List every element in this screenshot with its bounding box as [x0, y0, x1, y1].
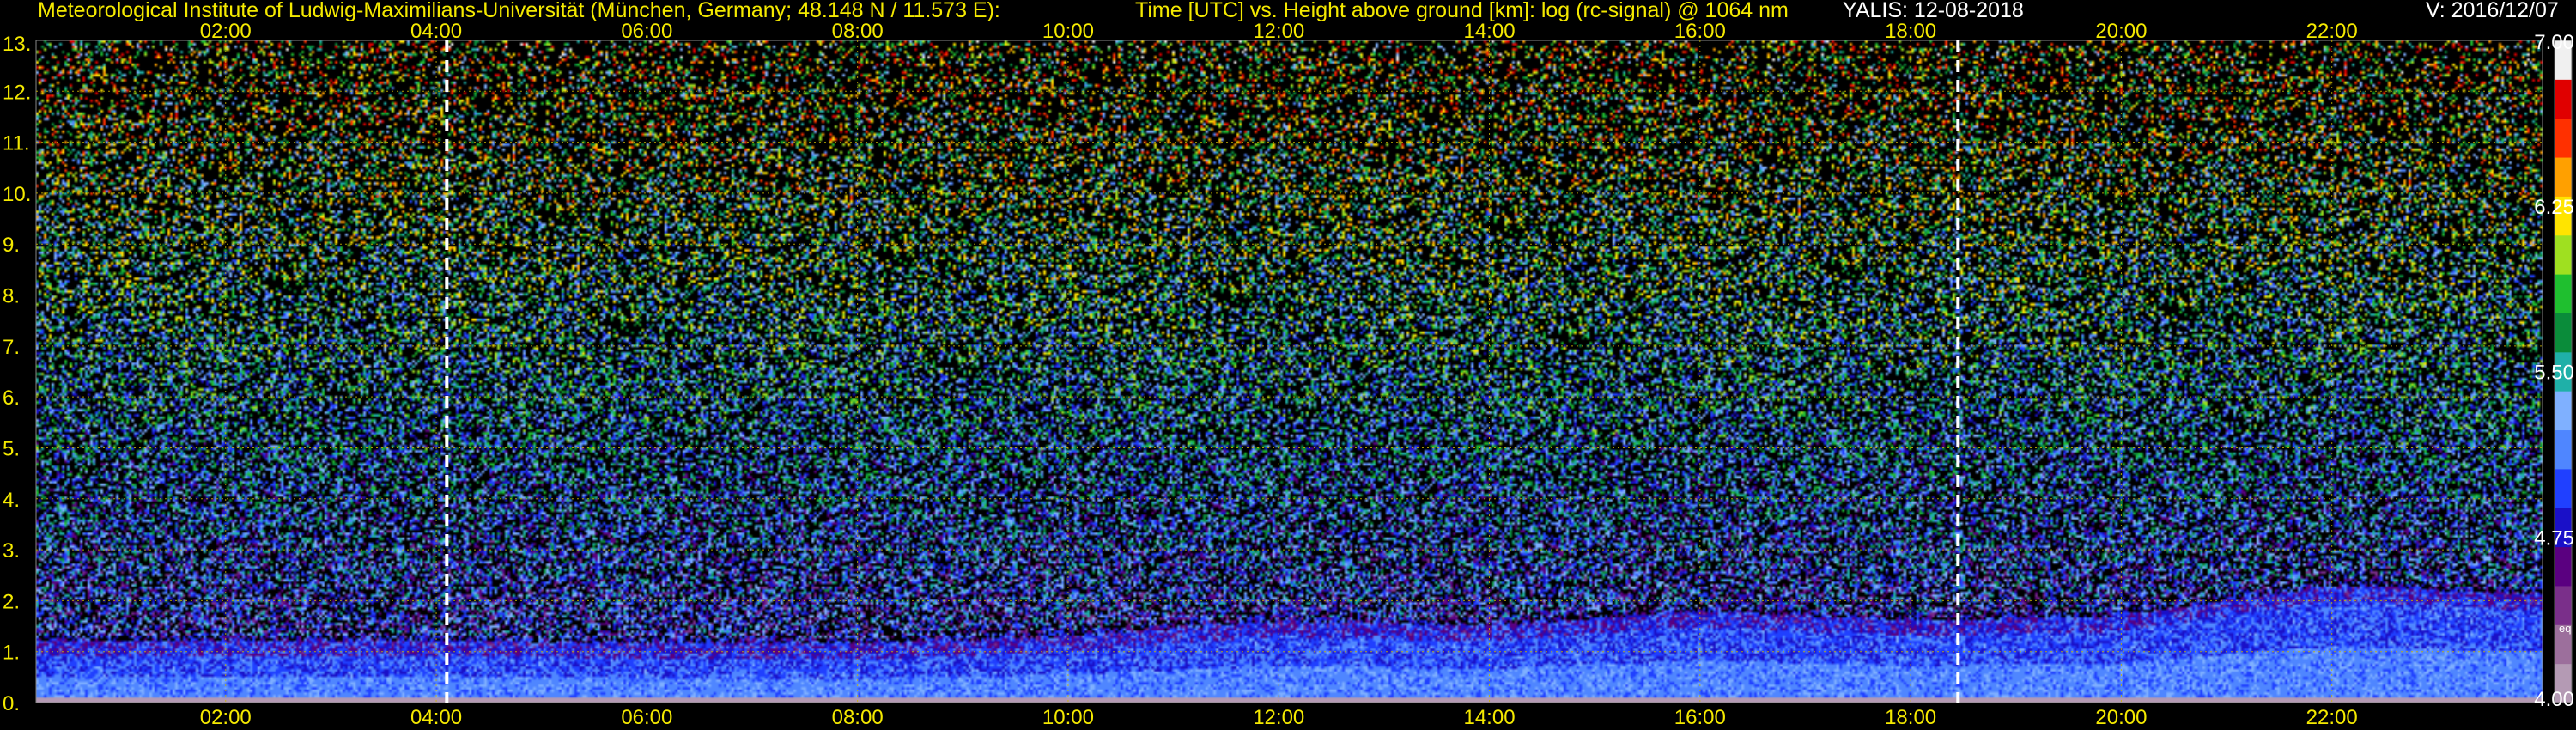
x-tick-label-bottom: 08:00: [832, 706, 884, 729]
x-tick-label-top: 22:00: [2306, 20, 2358, 43]
x-tick-label-bottom: 04:00: [410, 706, 462, 729]
y-tick-label: 13.: [3, 33, 31, 56]
x-tick-label-top: 04:00: [410, 20, 462, 43]
y-tick-label: 9.: [3, 234, 20, 257]
x-tick-label-bottom: 18:00: [1885, 706, 1936, 729]
colorbar-segment: [2555, 546, 2572, 587]
y-tick-label: 1.: [3, 642, 20, 665]
instrument-date: YALIS: 12-08-2018: [1843, 0, 2024, 22]
x-tick-label-top: 20:00: [2095, 20, 2147, 43]
colorbar-small-label: eq: [2559, 622, 2571, 635]
colorbar-segment: [2555, 429, 2572, 470]
x-tick-label-bottom: 12:00: [1253, 706, 1304, 729]
y-tick-label: 2.: [3, 590, 20, 613]
colorbar-segment: [2555, 391, 2572, 431]
y-tick-label: 12.: [3, 81, 31, 104]
colorbar-segment: [2555, 351, 2572, 392]
version-label: V: 2016/12/07: [2426, 0, 2559, 22]
colorbar-segment: [2555, 40, 2572, 80]
x-tick-label-bottom: 10:00: [1042, 706, 1094, 729]
x-tick-label-top: 08:00: [832, 20, 884, 43]
x-tick-label-bottom: 20:00: [2095, 706, 2147, 729]
colorbar-segment: [2555, 157, 2572, 197]
chart-description: Time [UTC] vs. Height above ground [km]:…: [1135, 0, 1789, 22]
colorbar-segment: [2555, 313, 2572, 353]
y-tick-label: 4.: [3, 489, 20, 512]
y-tick-label: 8.: [3, 285, 20, 308]
heatmap-canvas: [36, 40, 2543, 703]
x-tick-label-bottom: 06:00: [621, 706, 672, 729]
lidar-chart: Meteorological Institute of Ludwig-Maxim…: [0, 0, 2576, 730]
colorbar-segment: [2555, 118, 2572, 158]
y-tick-label: 3.: [3, 539, 20, 563]
x-tick-label-top: 06:00: [621, 20, 672, 43]
colorbar-segment: [2555, 468, 2572, 508]
x-tick-label-top: 18:00: [1885, 20, 1936, 43]
y-tick-label: 7.: [3, 336, 20, 359]
colorbar-segment: [2555, 663, 2572, 703]
x-tick-label-top: 12:00: [1253, 20, 1304, 43]
x-tick-label-bottom: 02:00: [200, 706, 252, 729]
colorbar-frame: [2554, 40, 2573, 703]
x-tick-label-bottom: 22:00: [2306, 706, 2358, 729]
colorbar-segment: [2555, 196, 2572, 236]
x-tick-label-bottom: 16:00: [1674, 706, 1726, 729]
colorbar-segment: [2555, 79, 2572, 119]
colorbar-segment: [2555, 234, 2572, 275]
institute-header: Meteorological Institute of Ludwig-Maxim…: [38, 0, 1000, 22]
y-tick-label: 11.: [3, 132, 30, 155]
x-tick-label-top: 16:00: [1674, 20, 1726, 43]
x-tick-label-top: 10:00: [1042, 20, 1094, 43]
colorbar-segment: [2555, 508, 2572, 548]
y-tick-label: 0.: [3, 692, 20, 715]
x-tick-label-bottom: 14:00: [1463, 706, 1515, 729]
y-tick-label: 10.: [3, 183, 31, 206]
y-tick-label: 5.: [3, 437, 20, 460]
colorbar-segment: [2555, 585, 2572, 625]
y-tick-label: 6.: [3, 386, 20, 410]
x-tick-label-top: 02:00: [200, 20, 252, 43]
x-tick-label-top: 14:00: [1463, 20, 1515, 43]
colorbar-segment: [2555, 624, 2572, 665]
colorbar-segment: [2555, 274, 2572, 313]
